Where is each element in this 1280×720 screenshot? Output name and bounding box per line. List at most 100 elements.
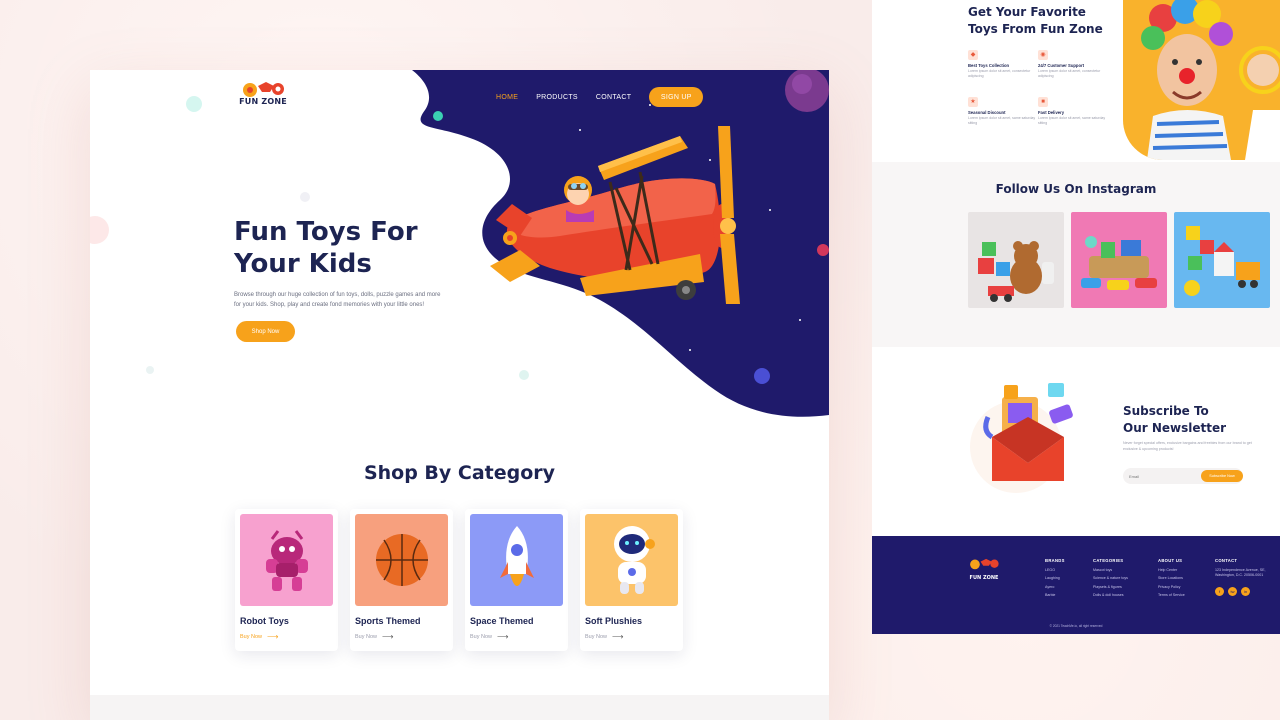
category-title: Soft Plushies bbox=[585, 616, 643, 626]
nav-products[interactable]: PRODUCTS bbox=[536, 94, 578, 101]
footer-link[interactable]: Playsets & figures bbox=[1093, 585, 1128, 589]
feature-desc: Lorem ipsum dolor sit amet, consectetur … bbox=[968, 69, 1031, 78]
shop-by-category-title: Shop By Category bbox=[363, 462, 556, 484]
secondary-page-mockup: Get Your Favorite Toys From Fun Zone ◆ B… bbox=[872, 0, 1280, 634]
teddy-blocks-photo bbox=[978, 241, 1054, 302]
rocket-icon bbox=[499, 526, 534, 586]
newsletter-title-line1: Subscribe To bbox=[1123, 404, 1209, 418]
footer-logo-text: FUN ZONE bbox=[969, 575, 999, 581]
buy-now-link[interactable]: Buy Now ⟶ bbox=[240, 632, 278, 641]
instagram-icon[interactable]: in bbox=[1241, 586, 1250, 596]
category-image bbox=[240, 514, 333, 606]
footer-link[interactable]: Laughing bbox=[1045, 576, 1065, 580]
buy-now-link[interactable]: Buy Now ⟶ bbox=[355, 632, 393, 641]
category-card-soft-plushies[interactable]: Soft Plushies Buy Now ⟶ bbox=[580, 509, 683, 651]
category-image bbox=[585, 514, 678, 606]
footer-address: 123 Independence Avenue, SE, bbox=[1215, 567, 1266, 572]
hero-desc-line1: Browse through our huge collection of fu… bbox=[234, 292, 441, 298]
category-card-robot-toys[interactable]: Robot Toys Buy Now ⟶ bbox=[235, 509, 338, 651]
footer-col-about: ABOUT US Help Center Store Locations Pri… bbox=[1158, 558, 1185, 597]
footer-link[interactable]: Dolls & doll houses bbox=[1093, 593, 1128, 597]
feature-title: Best Toys Collection bbox=[968, 63, 1010, 68]
facebook-icon[interactable]: f bbox=[1215, 586, 1224, 596]
email-input[interactable] bbox=[1129, 468, 1199, 484]
footer-col-categories: CATEGORIES Mascot toys Science & nature … bbox=[1093, 558, 1128, 597]
airplane-illustration bbox=[490, 126, 740, 304]
newsletter-section: Subscribe To Our Newsletter Never forget… bbox=[872, 347, 1280, 536]
instagram-image[interactable] bbox=[1174, 212, 1270, 308]
footer-link[interactable]: LEGO bbox=[1045, 568, 1065, 572]
subscribe-button[interactable]: Subscribe Now bbox=[1201, 470, 1243, 482]
feature-desc: Lorem ipsum dolor sit amet, consectetur … bbox=[1038, 69, 1101, 78]
feature-desc: Lorem ipsum dolor sit amet, same saturda… bbox=[968, 116, 1036, 125]
instagram-image[interactable] bbox=[1071, 212, 1167, 308]
footer-col-title: ABOUT US bbox=[1158, 558, 1183, 563]
feature-title: Seasonal Discount bbox=[968, 110, 1006, 115]
hero-title: Fun Toys For Your Kids bbox=[234, 216, 464, 280]
arrow-right-icon: ⟶ bbox=[497, 632, 509, 641]
toy-blocks-photo bbox=[1184, 226, 1260, 296]
instagram-grid bbox=[968, 212, 1277, 308]
footer-link[interactable]: Help Center bbox=[1158, 568, 1185, 572]
nav-home[interactable]: HOME bbox=[496, 94, 518, 101]
instagram-section: Follow Us On Instagram bbox=[872, 162, 1280, 347]
instagram-image[interactable] bbox=[968, 212, 1064, 308]
arrow-right-icon: ⟶ bbox=[267, 632, 279, 641]
hero-title-line1: Fun Toys For bbox=[234, 217, 418, 247]
fun-zone-logo[interactable]: FUN ZONE bbox=[233, 78, 293, 118]
signup-button[interactable]: SIGN UP bbox=[649, 87, 704, 107]
feature-support: ◉ 24/7 Customer Support Lorem ipsum dolo… bbox=[1038, 50, 1108, 79]
next-section-strip bbox=[90, 695, 829, 720]
footer-link[interactable]: Mascot toys bbox=[1093, 568, 1128, 572]
category-card-space-themed[interactable]: Space Themed Buy Now ⟶ bbox=[465, 509, 568, 651]
hero-title-line2: Your Kids bbox=[234, 249, 372, 279]
footer-col-title: CATEGORIES bbox=[1093, 558, 1124, 563]
basketball-icon bbox=[375, 534, 428, 586]
astronaut-icon bbox=[613, 526, 655, 594]
footer-link[interactable]: Science & nature toys bbox=[1093, 576, 1128, 580]
envelope-gift-illustration bbox=[970, 383, 1073, 493]
buy-now-link[interactable]: Buy Now ⟶ bbox=[470, 632, 508, 641]
nav-contact[interactable]: CONTACT bbox=[596, 94, 631, 101]
category-title: Robot Toys bbox=[240, 616, 289, 626]
footer-link[interactable]: Ayero bbox=[1045, 585, 1065, 589]
footer-link[interactable]: Barbie bbox=[1045, 593, 1065, 597]
newsletter-title: Subscribe To Our Newsletter bbox=[1123, 403, 1263, 437]
feature-desc: Lorem ipsum dolor sit amet, same saturda… bbox=[1038, 116, 1106, 125]
candy-logo-icon bbox=[970, 558, 999, 570]
copyright-text: © 2021 TeachMe.io, all right reserved bbox=[1049, 624, 1103, 628]
buy-now-label: Buy Now bbox=[240, 633, 263, 640]
category-title: Sports Themed bbox=[355, 616, 421, 626]
category-title: Space Themed bbox=[470, 616, 534, 626]
category-card-sports-themed[interactable]: Sports Themed Buy Now ⟶ bbox=[350, 509, 453, 651]
footer-col-title: BRANDS bbox=[1045, 558, 1065, 563]
footer-col-contact: CONTACT 123 Independence Avenue, SE, Was… bbox=[1215, 558, 1266, 596]
feature-delivery: ■ Fast Delivery Lorem ipsum dolor sit am… bbox=[1038, 97, 1108, 126]
category-image bbox=[470, 514, 563, 606]
footer-link[interactable]: Terms of Service bbox=[1158, 593, 1185, 597]
toy-cars-photo bbox=[1081, 236, 1157, 290]
truck-icon: ■ bbox=[1038, 97, 1048, 107]
footer: FUN ZONE BRANDS LEGO Laughing Ayero Barb… bbox=[872, 536, 1280, 634]
footer-link[interactable]: Privacy Policy bbox=[1158, 585, 1185, 589]
footer-address: Washington, D.C. 20506-0001 bbox=[1215, 572, 1264, 577]
instagram-title: Follow Us On Instagram bbox=[995, 182, 1157, 196]
twitter-icon[interactable]: tw bbox=[1228, 586, 1237, 596]
newsletter-description: Never forget special offers, exclusive b… bbox=[1123, 441, 1252, 451]
social-links: f tw in bbox=[1215, 586, 1266, 596]
buy-now-label: Buy Now bbox=[470, 633, 493, 640]
shop-now-button[interactable]: Shop Now bbox=[236, 321, 295, 342]
newsletter-form: Subscribe Now bbox=[1123, 468, 1243, 484]
feature-best-toys: ◆ Best Toys Collection Lorem ipsum dolor… bbox=[968, 50, 1038, 79]
hero-desc-line2: for your kids. Shop, play and create fon… bbox=[234, 302, 425, 308]
footer-col-brands: BRANDS LEGO Laughing Ayero Barbie bbox=[1045, 558, 1065, 597]
logo-text: FUN ZONE bbox=[239, 97, 287, 106]
hero-description: Browse through our huge collection of fu… bbox=[234, 290, 464, 310]
footer-logo[interactable]: FUN ZONE bbox=[966, 556, 1002, 581]
arrow-right-icon: ⟶ bbox=[612, 632, 624, 641]
footer-link[interactable]: Store Locations bbox=[1158, 576, 1185, 580]
clown-photo bbox=[1141, 0, 1280, 160]
footer-col-title: CONTACT bbox=[1215, 558, 1238, 563]
candy-logo-icon bbox=[243, 82, 284, 97]
buy-now-link[interactable]: Buy Now ⟶ bbox=[585, 632, 623, 641]
